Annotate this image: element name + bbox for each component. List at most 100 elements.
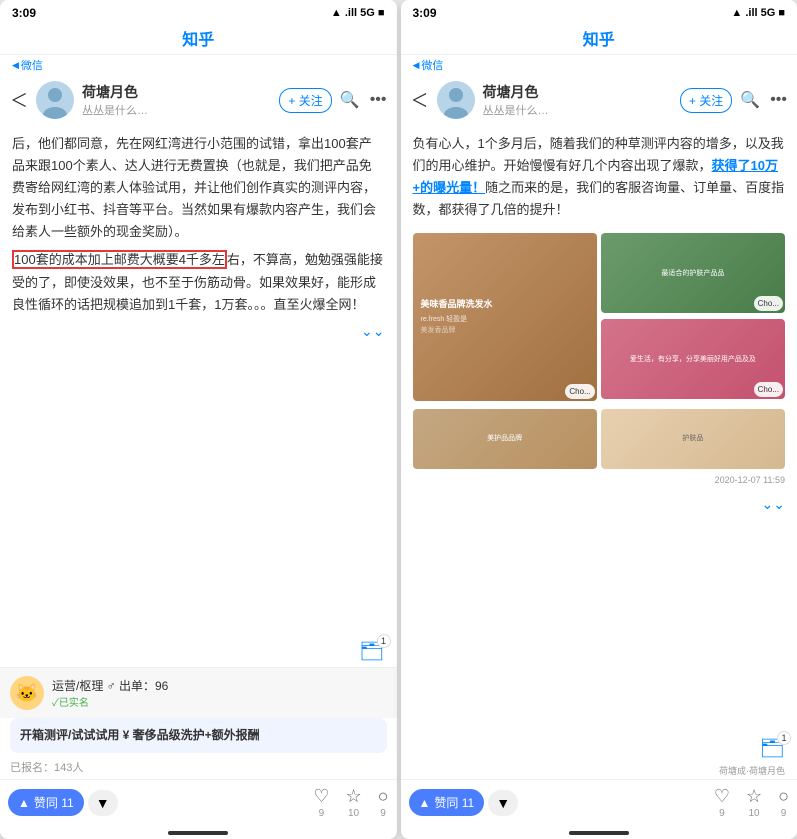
home-indicator-right (401, 825, 797, 839)
comment-icon-left: ○ (378, 786, 389, 807)
registered-left: 已报名：143人 (0, 759, 397, 779)
comment-action-left[interactable]: ○ 9 (378, 786, 389, 819)
date-text-right: 2020-12-07 11:59 (413, 473, 786, 488)
heart-icon-right: ♡ (714, 786, 730, 807)
main-container: 3:09 ▲ .ill 5G ■ 知乎 微信 ＜ 荷塘月色 丛丛是什么… (0, 0, 797, 839)
follow-button-left[interactable]: + 关注 (279, 88, 331, 113)
comment-action-right[interactable]: ○ 9 (778, 786, 789, 819)
vote-up-label-left: 赞同 11 (34, 794, 74, 811)
home-indicator-left (0, 825, 397, 839)
bookmark-area-left: 🗂 1 (0, 636, 397, 667)
vote-down-button-right[interactable]: ▼ (488, 790, 518, 816)
image-5-right: 护肤品 (601, 409, 785, 469)
image-grid-right: 美味香品牌洗发水 re.fresh 轻盈是 美发香品牌 Cho... 最适合的护… (413, 229, 786, 405)
image-3-right: 爱生活，有分享，分享美丽好用产品及及 Cho... (601, 319, 785, 399)
vote-group-right: ▲ 赞同 11 ▼ (409, 789, 519, 816)
home-bar-right (569, 831, 629, 835)
like-action-right[interactable]: ♡ 9 (714, 786, 730, 819)
author-sub-left: 丛丛是什么… (82, 102, 271, 118)
home-bar-left (168, 831, 228, 835)
image-1-right: 美味香品牌洗发水 re.fresh 轻盈是 美发香品牌 Cho... (413, 233, 597, 401)
follow-button-right[interactable]: + 关注 (680, 88, 732, 113)
like-count-left: 9 (319, 808, 325, 819)
article-body-right: 负有心人，1个多月后，随着我们的种草测评内容的增多，以及我们的用心维护。开始慢慢… (401, 125, 797, 733)
watermark-right: 荷塘成·荷塘月色 (401, 764, 797, 779)
extra-images-right: 美护品品牌 护肤品 (413, 409, 786, 469)
signal-left: ▲ .ill 5G ■ (331, 7, 385, 19)
img1-bubble: Cho... (565, 384, 594, 400)
scroll-down-left: ⌄⌄ (12, 316, 385, 348)
scroll-down-right: ⌄⌄ (413, 489, 786, 521)
profile-avatar-left: 🐱 (10, 676, 44, 710)
profile-name-left: 运营/枢理 ♂ 出单：96 (52, 677, 387, 694)
comment-count-left: 9 (380, 808, 386, 819)
author-sub-right: 丛丛是什么… (483, 102, 672, 118)
bookmark-badge-right[interactable]: 🗂 1 (760, 735, 785, 760)
search-icon-left[interactable]: 🔍 (340, 90, 360, 110)
search-icon-right[interactable]: 🔍 (740, 90, 760, 110)
author-info-right: 荷塘月色 丛丛是什么… (483, 82, 672, 118)
article-header-right: ＜ 荷塘月色 丛丛是什么… + 关注 🔍 ••• (401, 75, 797, 125)
back-button-left[interactable]: ＜ (10, 87, 28, 113)
banner-card-left: 开箱测评/试试试用 ¥ 奢侈品级洗护+额外报酬 (10, 718, 387, 753)
img3-bubble: Cho... (754, 382, 783, 398)
left-panel: 3:09 ▲ .ill 5G ■ 知乎 微信 ＜ 荷塘月色 丛丛是什么… (0, 0, 397, 839)
vote-up-arrow-left: ▲ (18, 796, 30, 810)
vote-up-button-right[interactable]: ▲ 赞同 11 (409, 789, 485, 816)
star-action-right[interactable]: ☆ 10 (746, 786, 762, 819)
img2-text: 最适合的护肤产品品 (657, 265, 728, 282)
status-bar-left: 3:09 ▲ .ill 5G ■ (0, 0, 397, 24)
right-panel: 3:09 ▲ .ill 5G ■ 知乎 微信 ＜ 荷塘月色 丛丛是什么… (401, 0, 797, 839)
article-header-left: ＜ 荷塘月色 丛丛是什么… + 关注 🔍 ••• (0, 75, 397, 125)
highlight-span: 100套的成本加上邮费大概要4千多左 (12, 250, 227, 269)
back-button-right[interactable]: ＜ (411, 87, 429, 113)
like-count-right: 9 (719, 808, 725, 819)
article-text-p2: 100套的成本加上邮费大概要4千多左右，不算高，勉勉强强能接受的了，即使没效果，… (12, 249, 385, 315)
star-icon-left: ☆ (345, 786, 361, 807)
more-icon-left[interactable]: ••• (370, 91, 387, 109)
avatar-right (437, 81, 475, 119)
image-2-right: 最适合的护肤产品品 Cho... (601, 233, 785, 313)
profile-emoji-left: 🐱 (16, 683, 38, 704)
vote-up-button-left[interactable]: ▲ 赞同 11 (8, 789, 84, 816)
comment-count-right: 9 (781, 808, 787, 819)
bottom-bar-right: ▲ 赞同 11 ▼ ♡ 9 ☆ 10 ○ 9 (401, 779, 797, 825)
author-name-left: 荷塘月色 (82, 82, 271, 102)
app-header-left: 知乎 (0, 24, 397, 55)
like-action-left[interactable]: ♡ 9 (313, 786, 329, 819)
bookmark-area-right: 🗂 1 (401, 733, 797, 764)
bookmark-count-left: 1 (377, 634, 391, 648)
star-action-left[interactable]: ☆ 10 (345, 786, 361, 819)
vote-up-arrow-right: ▲ (419, 796, 431, 810)
status-bar-right: 3:09 ▲ .ill 5G ■ (401, 0, 797, 24)
app-title-right: 知乎 (583, 26, 615, 50)
weixin-back-right[interactable]: 微信 (401, 55, 797, 75)
vote-row-right: ▲ 赞同 11 ▼ ♡ 9 ☆ 10 ○ 9 (409, 786, 790, 819)
profile-details-left: 运营/枢理 ♂ 出单：96 ✓已实名 (52, 677, 387, 709)
bottom-bar-left: ▲ 赞同 11 ▼ ♡ 9 ☆ 10 ○ 9 (0, 779, 397, 825)
vote-up-label-right: 赞同 11 (434, 794, 474, 811)
header-icons-right: 🔍 ••• (740, 90, 787, 110)
img1-sub: re.fresh 轻盈是 (421, 315, 589, 324)
article-text-right: 负有心人，1个多月后，随着我们的种草测评内容的增多，以及我们的用心维护。开始慢慢… (413, 133, 786, 221)
more-icon-right[interactable]: ••• (770, 91, 787, 109)
vote-row-left: ▲ 赞同 11 ▼ ♡ 9 ☆ 10 ○ 9 (8, 786, 389, 819)
img3-text: 爱生活，有分享，分享美丽好用产品及及 (626, 351, 760, 368)
profile-tags-left: ✓已实名 (52, 694, 387, 709)
signal-right: ▲ .ill 5G ■ (731, 7, 785, 19)
header-icons-left: 🔍 ••• (340, 90, 387, 110)
weixin-back-left[interactable]: 微信 (0, 55, 397, 75)
bookmark-count-right: 1 (777, 731, 791, 745)
star-icon-right: ☆ (746, 786, 762, 807)
vote-down-button-left[interactable]: ▼ (88, 790, 118, 816)
app-title-left: 知乎 (182, 26, 214, 50)
action-icons-right: ♡ 9 ☆ 10 ○ 9 (714, 786, 789, 819)
article-body-left: 后，他们都同意，先在网红湾进行小范围的试错，拿出100套产品来跟100个素人、达… (0, 125, 397, 636)
time-right: 3:09 (413, 6, 437, 20)
comment-icon-right: ○ (778, 786, 789, 807)
action-icons-left: ♡ 9 ☆ 10 ○ 9 (313, 786, 388, 819)
img1-title: 美味香品牌洗发水 (421, 299, 589, 311)
banner-title-left: 开箱测评/试试试用 ¥ 奢侈品级洗护+额外报酬 (20, 726, 377, 743)
bookmark-badge-left[interactable]: 🗂 1 (359, 638, 384, 663)
img2-bubble: Cho... (754, 296, 783, 312)
